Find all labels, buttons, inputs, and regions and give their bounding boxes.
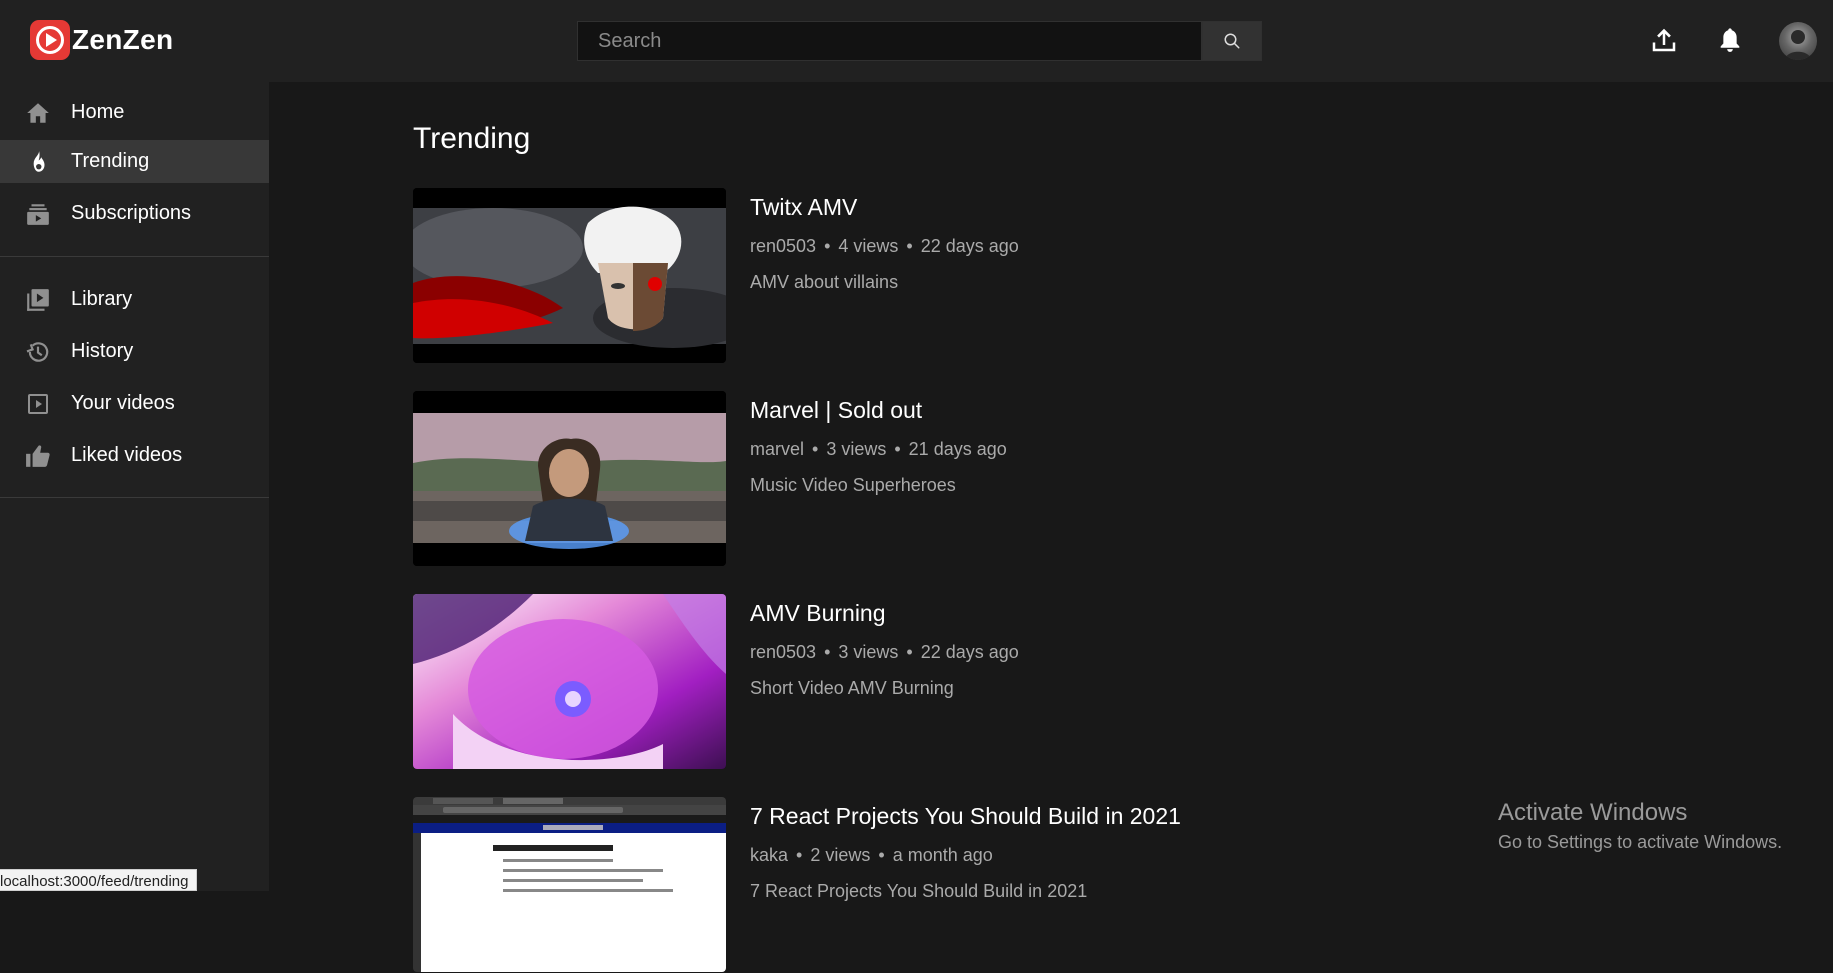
- video-title[interactable]: Marvel | Sold out: [750, 397, 922, 424]
- video-views: 3 views: [826, 439, 887, 459]
- sidebar-item-label: Home: [71, 101, 125, 123]
- video-age: 22 days ago: [920, 642, 1019, 662]
- video-channel[interactable]: ren0503: [750, 236, 816, 256]
- sidebar-divider: [0, 497, 269, 498]
- upload-button[interactable]: [1646, 22, 1682, 58]
- library-icon: [24, 286, 52, 314]
- sidebar-item-label: Your videos: [71, 392, 175, 414]
- sidebar-item-your-videos[interactable]: Your videos: [0, 382, 269, 425]
- separator-dot: •: [894, 439, 901, 459]
- activate-windows-subtitle: Go to Settings to activate Windows.: [1498, 832, 1783, 852]
- video-channel[interactable]: kaka: [750, 845, 788, 865]
- video-channel[interactable]: marvel: [750, 439, 804, 459]
- separator-dot: •: [878, 845, 885, 865]
- search-bar: [577, 21, 1262, 61]
- logo-icon: [30, 20, 70, 60]
- activate-windows-title: Activate Windows: [1498, 799, 1688, 826]
- search-button[interactable]: [1202, 21, 1262, 61]
- subscriptions-icon: [24, 200, 52, 228]
- fire-icon: [24, 148, 52, 176]
- search-icon: [1224, 33, 1240, 49]
- video-meta: marvel • 3 views • 21 days ago: [750, 439, 1007, 460]
- video-item[interactable]: Twitx AMV ren0503 • 4 views • 22 days ago AM…: [413, 188, 1313, 364]
- home-icon: [24, 99, 52, 127]
- video-meta: ren0503 • 4 views • 22 days ago: [750, 236, 1019, 257]
- sidebar-item-label: Subscriptions: [71, 202, 192, 224]
- video-thumbnail[interactable]: [413, 188, 726, 363]
- history-icon: [24, 338, 52, 366]
- separator-dot: •: [796, 845, 803, 865]
- sidebar-item-label: Library: [71, 288, 133, 310]
- notifications-button[interactable]: [1712, 22, 1748, 58]
- separator-dot: •: [906, 642, 913, 662]
- search-input[interactable]: [577, 21, 1202, 61]
- sidebar: Home Trending Subscriptions Library Hist…: [0, 82, 269, 891]
- video-item[interactable]: Marvel | Sold out marvel • 3 views • 21 days…: [413, 391, 1313, 567]
- video-views: 4 views: [838, 236, 899, 256]
- video-title[interactable]: Twitx AMV: [750, 194, 857, 221]
- video-meta: ren0503 • 3 views • 22 days ago: [750, 642, 1019, 663]
- your-videos-icon: [24, 390, 52, 418]
- video-item[interactable]: 7 React Projects You Should Build in 202…: [413, 797, 1313, 973]
- sidebar-item-subscriptions[interactable]: Subscriptions: [0, 192, 269, 235]
- user-avatar-icon: [1785, 30, 1811, 60]
- video-title[interactable]: 7 React Projects You Should Build in 202…: [750, 803, 1181, 830]
- video-thumbnail[interactable]: [413, 391, 726, 566]
- separator-dot: •: [824, 236, 831, 256]
- video-thumbnail[interactable]: [413, 797, 726, 972]
- video-description: Music Video Superheroes: [750, 475, 956, 495]
- sidebar-item-history[interactable]: History: [0, 330, 269, 373]
- link-status-bar: localhost:3000/feed/trending: [0, 869, 198, 891]
- avatar[interactable]: [1779, 22, 1817, 60]
- video-description: Short Video AMV Burning: [750, 678, 954, 698]
- sidebar-divider: [0, 256, 269, 257]
- video-title[interactable]: AMV Burning: [750, 600, 886, 627]
- video-age: 21 days ago: [908, 439, 1007, 459]
- separator-dot: •: [824, 642, 831, 662]
- video-meta: kaka • 2 views • a month ago: [750, 845, 993, 866]
- top-bar: ZenZen: [0, 0, 1833, 82]
- separator-dot: •: [906, 236, 913, 256]
- sidebar-item-label: Trending: [71, 150, 150, 172]
- video-views: 3 views: [838, 642, 899, 662]
- sidebar-item-home[interactable]: Home: [0, 91, 269, 134]
- sidebar-item-label: Liked videos: [71, 444, 183, 466]
- video-channel[interactable]: ren0503: [750, 642, 816, 662]
- bell-icon: [1720, 28, 1740, 52]
- video-views: 2 views: [810, 845, 871, 865]
- page-title: Trending: [413, 122, 531, 155]
- video-thumbnail[interactable]: [413, 594, 726, 769]
- sidebar-item-trending[interactable]: Trending: [0, 140, 269, 183]
- video-description: AMV about villains: [750, 272, 899, 292]
- sidebar-item-library[interactable]: Library: [0, 278, 269, 321]
- video-description: 7 React Projects You Should Build in 202…: [750, 881, 1088, 901]
- video-age: 22 days ago: [920, 236, 1019, 256]
- sidebar-item-label: History: [71, 340, 134, 362]
- logo[interactable]: ZenZen: [30, 20, 173, 60]
- video-item[interactable]: AMV Burning ren0503 • 3 views • 22 days ago …: [413, 594, 1313, 770]
- video-age: a month ago: [892, 845, 993, 865]
- thumbs-up-icon: [24, 442, 52, 470]
- separator-dot: •: [812, 439, 819, 459]
- logo-text: ZenZen: [72, 24, 174, 55]
- upload-icon: [1652, 28, 1676, 52]
- sidebar-item-liked-videos[interactable]: Liked videos: [0, 434, 269, 477]
